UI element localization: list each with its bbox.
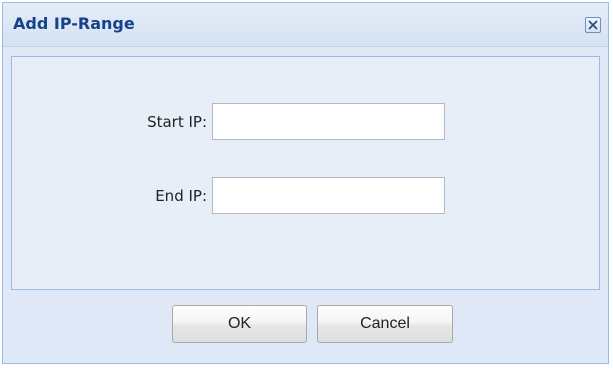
start-ip-row: Start IP: bbox=[12, 103, 599, 141]
end-ip-input[interactable] bbox=[212, 177, 445, 214]
dialog-title: Add IP-Range bbox=[13, 14, 135, 33]
close-button[interactable] bbox=[585, 17, 601, 33]
ok-button[interactable]: OK bbox=[172, 305, 307, 343]
close-icon bbox=[588, 20, 598, 30]
form-panel: Start IP: End IP: bbox=[11, 56, 600, 290]
start-ip-input[interactable] bbox=[212, 103, 445, 140]
cancel-button[interactable]: Cancel bbox=[317, 305, 453, 343]
add-ip-range-dialog: Add IP-Range Start IP: End IP: OK Cancel bbox=[2, 2, 609, 364]
dialog-titlebar[interactable]: Add IP-Range bbox=[3, 3, 608, 47]
end-ip-label: End IP: bbox=[155, 187, 207, 205]
start-ip-label: Start IP: bbox=[147, 113, 207, 131]
end-ip-row: End IP: bbox=[12, 177, 599, 215]
